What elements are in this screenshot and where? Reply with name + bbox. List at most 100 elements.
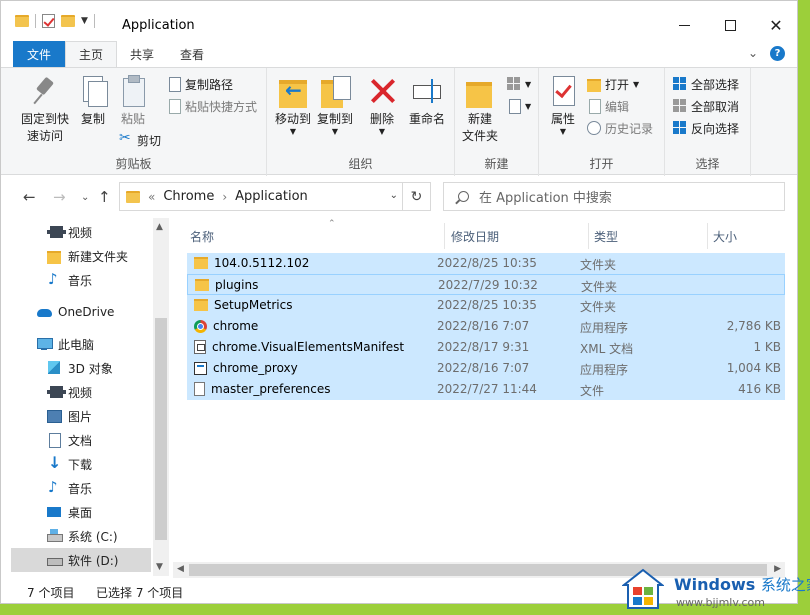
history-button[interactable]: 历史记录: [587, 118, 653, 138]
recent-locations-icon[interactable]: ⌄: [81, 192, 89, 203]
breadcrumb-overflow[interactable]: «: [148, 190, 155, 204]
table-row[interactable]: 104.0.5112.102 2022/8/25 10:35 文件夹: [187, 253, 785, 274]
breadcrumb-chrome[interactable]: Chrome: [163, 189, 214, 204]
sidebar-scrollbar[interactable]: ▲ ▼: [153, 218, 169, 576]
copy-path-button[interactable]: 复制路径: [167, 74, 233, 94]
tab-view[interactable]: 查看: [167, 41, 217, 67]
new-folder-button[interactable]: 新建 文件夹: [459, 74, 501, 145]
select-none-label: 全部取消: [691, 99, 740, 114]
minimize-button[interactable]: [661, 9, 707, 41]
forward-arrow-icon[interactable]: →: [53, 188, 66, 206]
sidebar-item-onedrive[interactable]: OneDrive: [11, 300, 151, 324]
desktop-icon: [47, 505, 61, 519]
sidebar-item-system-drive[interactable]: 系统 (C:): [11, 524, 151, 548]
table-row[interactable]: SetupMetrics 2022/8/25 10:35 文件夹: [187, 295, 785, 316]
scroll-left-icon[interactable]: ◀: [177, 564, 184, 574]
new-item-button[interactable]: ▼: [507, 74, 531, 94]
address-bar[interactable]: « Chrome › Application ⌄ ↻: [119, 182, 431, 211]
scroll-up-icon[interactable]: ▲: [156, 222, 163, 232]
sidebar-item-3d-objects[interactable]: 3D 对象: [11, 356, 151, 380]
sidebar-item-pictures[interactable]: 图片: [11, 404, 151, 428]
delete-button[interactable]: 删除 ▼: [365, 74, 399, 136]
column-header-name[interactable]: 名称 ⌃: [190, 219, 336, 249]
sidebar-item-desktop[interactable]: 桌面: [11, 500, 151, 524]
easy-access-button[interactable]: ▼: [507, 96, 531, 116]
tab-share[interactable]: 共享: [117, 41, 167, 67]
select-all-button[interactable]: 全部选择: [673, 74, 739, 94]
sidebar-item-label: OneDrive: [58, 305, 115, 319]
table-row[interactable]: plugins 2022/7/29 10:32 文件夹: [187, 274, 785, 295]
search-input[interactable]: 在 Application 中搜索: [479, 187, 612, 206]
chevron-down-icon[interactable]: ⌄: [748, 46, 758, 61]
sidebar-item-new-folder[interactable]: 新建文件夹: [11, 244, 151, 268]
table-row[interactable]: chrome.VisualElementsManifest 2022/8/17 …: [187, 337, 785, 358]
sidebar-item-this-pc[interactable]: 此电脑: [11, 332, 151, 356]
column-divider[interactable]: [707, 223, 708, 249]
properties-button[interactable]: 属性 ▼: [547, 74, 579, 136]
clipboard-group-label: 剪贴板: [115, 157, 152, 171]
customize-toolbar-icon[interactable]: ▼: [81, 16, 88, 26]
maximize-icon: [724, 19, 736, 31]
sidebar-item-downloads[interactable]: 下载: [11, 452, 151, 476]
edit-button[interactable]: 编辑: [587, 96, 629, 116]
table-row[interactable]: chrome_proxy 2022/8/16 7:07 应用程序 1,004 K…: [187, 358, 785, 379]
sidebar-item-label: 视频: [68, 225, 93, 240]
item-count: 7 个项目: [27, 586, 75, 600]
maximize-button[interactable]: [707, 9, 753, 41]
column-header-type[interactable]: 类型: [594, 223, 618, 249]
sidebar-item-software-drive[interactable]: 软件 (D:): [11, 548, 151, 572]
sidebar-item-music[interactable]: 音乐: [11, 268, 151, 292]
refresh-icon[interactable]: ↻: [402, 183, 430, 210]
table-row[interactable]: chrome 2022/8/16 7:07 应用程序 2,786 KB: [187, 316, 785, 337]
sidebar-item-documents[interactable]: 文档: [11, 428, 151, 452]
help-icon[interactable]: ?: [770, 46, 785, 61]
paste-button[interactable]: 粘贴: [117, 74, 149, 128]
back-arrow-icon[interactable]: ←: [23, 188, 36, 206]
tab-home[interactable]: 主页: [65, 41, 118, 67]
cut-button[interactable]: 剪切: [119, 130, 161, 150]
breadcrumb-separator-icon[interactable]: ›: [222, 190, 227, 204]
breadcrumb-application[interactable]: Application: [235, 189, 308, 204]
sidebar-item-label: 下载: [68, 457, 93, 472]
move-to-button[interactable]: 移动到 ▼: [273, 74, 313, 136]
properties-icon: [547, 74, 579, 108]
copy-to-button[interactable]: 复制到 ▼: [315, 74, 355, 136]
file-name: SetupMetrics: [214, 298, 293, 312]
close-button[interactable]: ✕: [753, 9, 797, 41]
search-box[interactable]: 在 Application 中搜索: [443, 182, 785, 211]
history-label: 历史记录: [605, 121, 654, 136]
new-folder-label-line1: 新建: [467, 112, 492, 126]
column-divider[interactable]: [444, 223, 445, 249]
scrollbar-thumb[interactable]: [155, 318, 167, 540]
sidebar-item-label: 软件 (D:): [68, 553, 119, 568]
sidebar-item-videos-pc[interactable]: 视频: [11, 380, 151, 404]
select-all-icon: [673, 77, 687, 91]
pc-icon: [37, 337, 53, 351]
invert-selection-button[interactable]: 反向选择: [673, 118, 739, 138]
paste-shortcut-button[interactable]: 粘贴快捷方式: [167, 96, 257, 116]
new-folder-icon[interactable]: [61, 15, 75, 27]
file-list: 名称 ⌃ 修改日期 类型 大小 104.0.5112.102 2022/8/25…: [173, 218, 797, 576]
scroll-down-icon[interactable]: ▼: [156, 562, 163, 572]
tab-file[interactable]: 文件: [13, 41, 65, 67]
rename-button[interactable]: 重命名: [405, 74, 449, 128]
sidebar-item-music-pc[interactable]: 音乐: [11, 476, 151, 500]
open-button[interactable]: 打开 ▼: [587, 74, 639, 94]
chevron-down-icon[interactable]: ⌄: [390, 190, 398, 201]
chevron-down-icon: ▼: [331, 127, 339, 136]
column-header-date[interactable]: 修改日期: [451, 223, 499, 249]
table-row[interactable]: master_preferences 2022/7/27 11:44 文件 41…: [187, 379, 785, 400]
pin-label-line1: 固定到快: [20, 112, 69, 126]
select-none-button[interactable]: 全部取消: [673, 96, 739, 116]
selected-count: 已选择 7 个项目: [96, 586, 184, 600]
column-header-size[interactable]: 大小: [713, 223, 737, 249]
up-arrow-icon[interactable]: ↑: [98, 188, 111, 206]
pin-quick-access-button[interactable]: 固定到快 速访问: [19, 74, 71, 145]
open-group: 属性 ▼ 打开 ▼ 编辑 历史记录 打开: [539, 68, 665, 176]
column-divider[interactable]: [588, 223, 589, 249]
copy-to-icon: [319, 74, 351, 108]
copy-button[interactable]: 复制: [77, 74, 109, 128]
delete-icon: [366, 74, 398, 108]
properties-icon[interactable]: [42, 14, 55, 28]
sidebar-item-videos[interactable]: 视频: [11, 220, 151, 244]
